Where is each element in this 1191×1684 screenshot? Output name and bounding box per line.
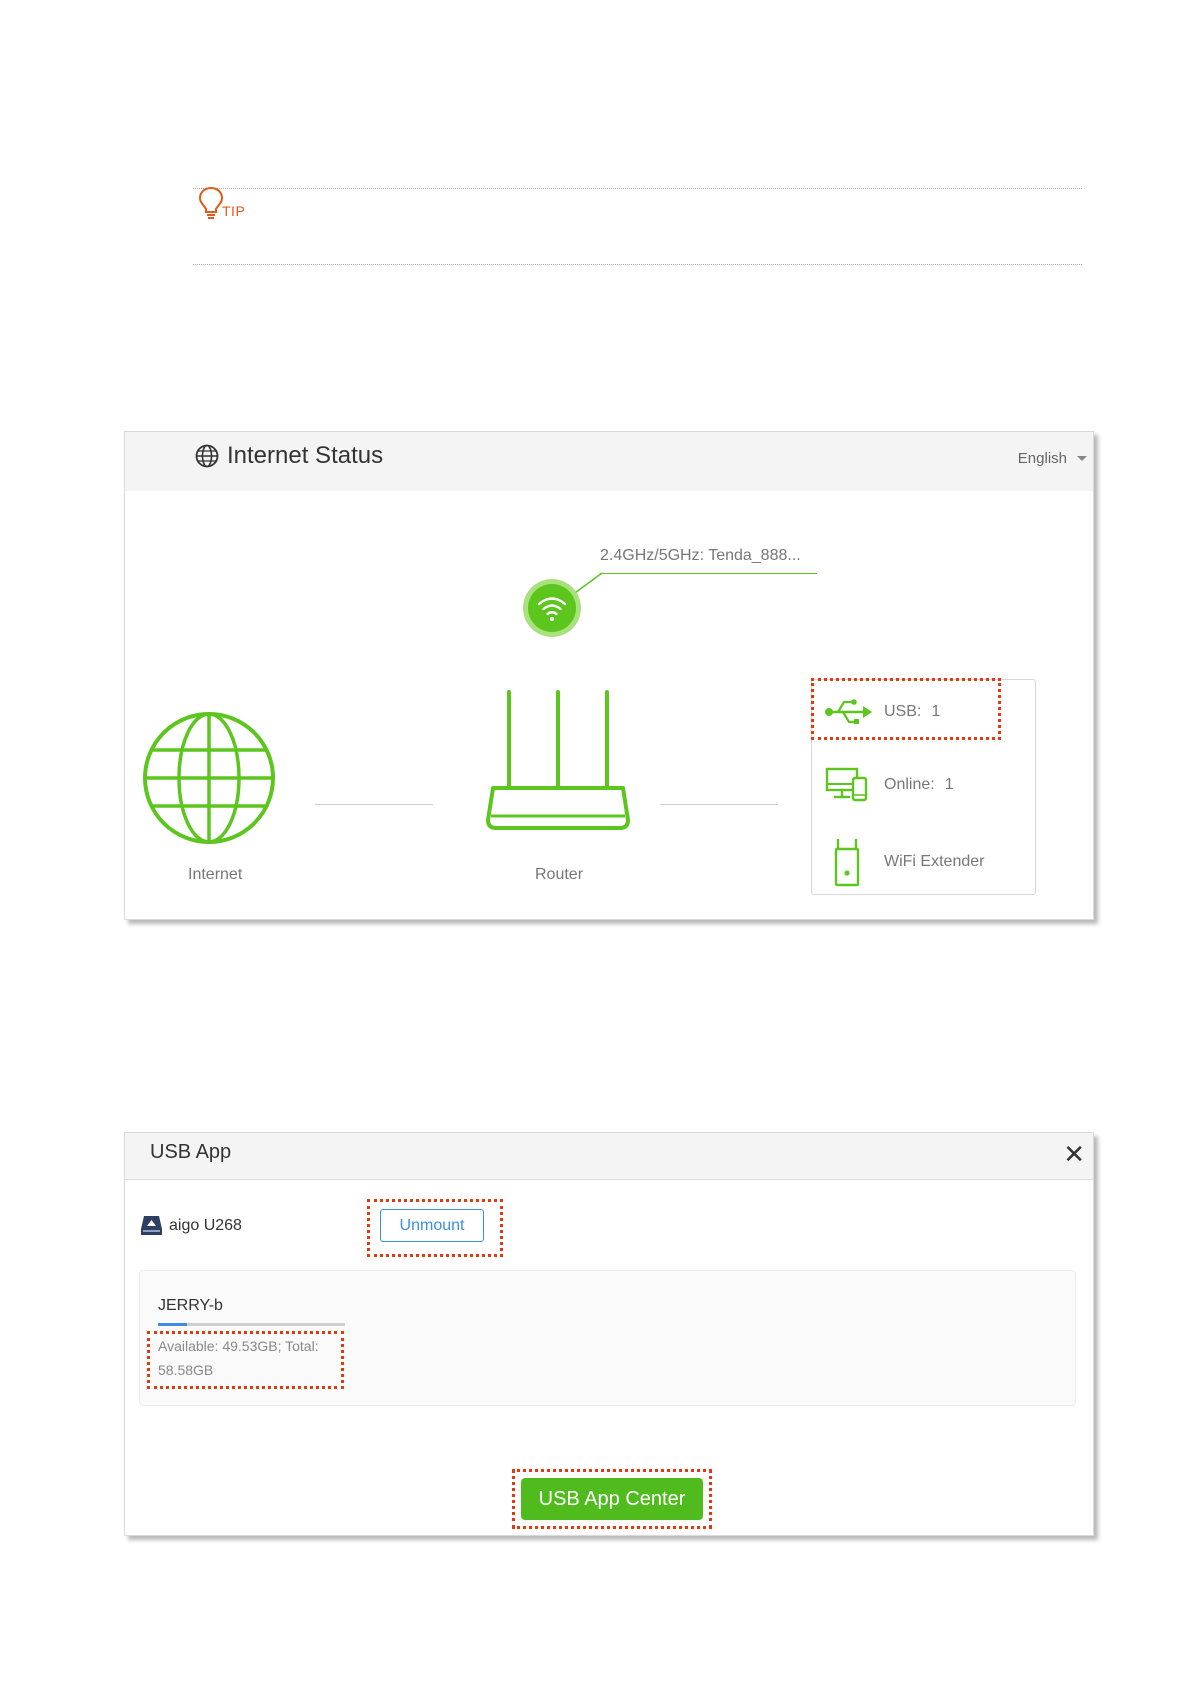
internet-status-panel: Internet Status English 2.4GHz/5GHz: Ten… bbox=[124, 431, 1094, 920]
tip-bottom-divider bbox=[193, 264, 1082, 265]
usb-drive-icon bbox=[141, 1216, 162, 1235]
internet-status-title: Internet Status bbox=[227, 442, 384, 469]
internet-router-connector bbox=[315, 804, 433, 805]
wifi-icon[interactable] bbox=[522, 578, 582, 638]
wifi-extender-label: WiFi Extender bbox=[884, 853, 985, 870]
wifi-extender-row[interactable]: WiFi Extender bbox=[824, 837, 984, 887]
partition-name: JERRY-b bbox=[158, 1297, 223, 1314]
online-devices-row[interactable]: Online: 1 bbox=[824, 766, 954, 804]
router-devices-connector bbox=[660, 804, 778, 805]
storage-usage-fill bbox=[158, 1323, 187, 1326]
online-label: Online: bbox=[884, 776, 935, 793]
wifi-ssid-label[interactable]: 2.4GHz/5GHz: Tenda_888... bbox=[600, 547, 801, 565]
usb-row-highlight bbox=[811, 678, 1001, 740]
internet-label: Internet bbox=[188, 866, 243, 883]
tip-label: TIP bbox=[222, 203, 246, 219]
usb-drive: aigo U268 bbox=[140, 1215, 242, 1236]
capacity-highlight bbox=[147, 1331, 344, 1389]
usb-app-center-highlight bbox=[512, 1469, 712, 1529]
internet-status-header: Internet Status English bbox=[125, 432, 1093, 491]
close-icon[interactable]: ✕ bbox=[1063, 1141, 1085, 1167]
storage-usage-bar bbox=[158, 1323, 345, 1326]
usb-app-header: USB App ✕ bbox=[125, 1133, 1093, 1180]
extender-icon bbox=[834, 839, 860, 887]
language-select[interactable]: English bbox=[1018, 450, 1087, 467]
lightbulb-icon bbox=[198, 186, 224, 219]
globe-icon bbox=[195, 444, 219, 468]
unmount-highlight bbox=[367, 1199, 503, 1257]
partition-card: JERRY-b Available: 49.53GB; Total: 58.58… bbox=[139, 1270, 1076, 1406]
ssid-underline bbox=[600, 573, 817, 574]
drive-name: aigo U268 bbox=[169, 1216, 242, 1234]
router-label: Router bbox=[535, 866, 584, 883]
usb-app-dialog: USB App ✕ aigo U268 Unmount JERRY-b Avai… bbox=[124, 1132, 1094, 1536]
chevron-down-icon bbox=[1077, 456, 1087, 461]
internet-globe-icon[interactable] bbox=[141, 710, 277, 846]
language-value: English bbox=[1017, 450, 1067, 467]
tip-top-divider bbox=[193, 188, 1082, 189]
page-title: Internet Status bbox=[195, 442, 383, 470]
router-icon[interactable] bbox=[483, 688, 633, 840]
dialog-title: USB App bbox=[150, 1141, 232, 1163]
online-count: 1 bbox=[944, 776, 954, 793]
devices-icon bbox=[825, 767, 868, 802]
